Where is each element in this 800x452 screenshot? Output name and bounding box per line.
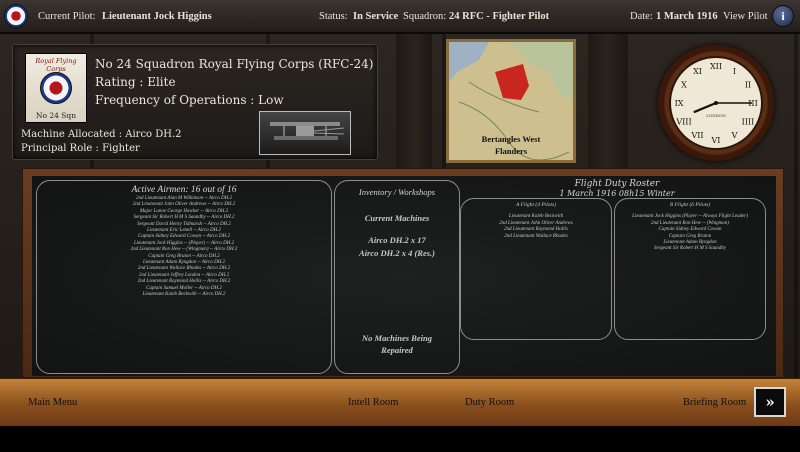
flight-b-title: B Flight (6 Pilots)	[669, 202, 711, 208]
map-label-line1: Bertangles West	[481, 134, 541, 144]
clock-numeral: II	[745, 81, 751, 90]
wall-clock: XII I II III IIII V VI VII VIII IX X XI LONDON	[658, 45, 774, 161]
squadron-name: No 24 Squadron Royal Flying Corps (RFC-2…	[95, 57, 374, 71]
flight-a-pilot: 2nd Lieutenant Wallace Rhodes	[504, 233, 568, 239]
badge-caption: No 24 Sqn	[35, 111, 77, 120]
airman-list-item: Lieutenant Kaleb Beckwith -- Airco DH.2	[142, 292, 226, 298]
clock-numeral: IX	[675, 99, 684, 108]
clock-numeral: VII	[690, 131, 703, 140]
no-machines-line-2: Repaired	[381, 345, 413, 355]
airmen-list: 2nd Lieutenant Alan M Wilkinson -- Airco…	[37, 196, 331, 299]
machines-line-2: Airco DH.2 x 4 (Res.)	[358, 248, 436, 258]
map-label-line2: Flanders	[494, 146, 528, 156]
wall-post	[396, 34, 432, 170]
view-pilot-link[interactable]: View Pilot	[723, 11, 768, 22]
pilot-label: Current Pilot:	[38, 11, 96, 22]
roster-title: Flight Duty Roster	[574, 179, 660, 189]
chalkboard: Active Airmen: 16 out of 16 2nd Lieutena…	[32, 176, 776, 376]
date-label: Date:	[630, 11, 653, 22]
badge-title: Royal Flying Corps	[35, 57, 77, 73]
clock-numeral: XI	[693, 67, 702, 76]
main-menu-button[interactable]: Main Menu	[28, 397, 77, 408]
squadron-frequency: Frequency of Operations : Low	[95, 93, 284, 107]
clock-numeral: XII	[710, 62, 722, 71]
roster-subtitle: 1 March 1916 08h15 Winter	[559, 189, 675, 198]
clock-numeral: VIII	[675, 118, 691, 127]
clock-numeral: X	[681, 81, 687, 90]
current-machines-label: Current Machines	[364, 213, 430, 223]
flight-a-title: A Flight (4 Pilots)	[515, 202, 557, 208]
intell-room-button[interactable]: Intell Room	[348, 397, 398, 408]
flight-b-list: Lieutenant Jock Higgins (Player -- Alway…	[615, 214, 765, 252]
squadron-info-panel: Royal Flying Corps No 24 Sqn No 24 Squad…	[12, 44, 378, 160]
wall-post	[588, 34, 628, 170]
top-status-bar: Current Pilot: Lieutenant Jock Higgins S…	[0, 0, 800, 34]
squadron-badge: Royal Flying Corps No 24 Sqn	[25, 53, 87, 123]
flight-b-pilot: Sergeant Sir Robert H M S Saundby	[653, 246, 727, 252]
date-value: 1 March 1916	[656, 11, 718, 22]
clock-numeral: VI	[711, 136, 721, 145]
squadron-rating: Rating : Elite	[95, 75, 176, 89]
airmen-title: Active Airmen: 16 out of 16	[131, 185, 237, 195]
biplane-icon	[270, 122, 345, 140]
aircraft-photo	[259, 111, 351, 155]
pilot-name: Lieutenant Jock Higgins	[102, 11, 212, 22]
clock-numeral: IIII	[742, 118, 755, 127]
bottom-navigation-bar: Main Menu Intell Room Duty Room Briefing…	[0, 378, 800, 427]
info-icon: i	[781, 9, 785, 23]
no-machines-line-1: No Machines Being	[362, 333, 432, 343]
flight-a-panel: A Flight (4 Pilots) Lieutenant Kaleb Bec…	[460, 198, 612, 340]
inventory-title: Inventory / Workshops	[358, 187, 436, 197]
inventory-panel: Inventory / Workshops Current Machines A…	[334, 180, 460, 374]
flight-b-panel: B Flight (6 Pilots) Lieutenant Jock Higg…	[614, 198, 766, 340]
clock-brand: LONDON	[706, 113, 726, 118]
info-button[interactable]: i	[772, 5, 794, 27]
squadron-value: 24 RFC - Fighter Pilot	[449, 11, 550, 22]
briefing-room-button[interactable]: Briefing Room	[683, 397, 746, 408]
sector-map[interactable]: Bertangles West Flanders	[446, 39, 576, 163]
clock-numeral: V	[731, 131, 738, 140]
next-button[interactable]: »	[754, 387, 786, 417]
status-label: Status:	[319, 11, 348, 22]
flight-a-list: Lieutenant Kaleb Beckwith 2nd Lieutenant …	[461, 214, 611, 240]
flight-b-pilot: Lieutenant Jock Higgins (Player -- Alway…	[632, 214, 748, 220]
clock-numeral: I	[733, 67, 736, 76]
clock-face: XIIIIIIIIIIIIVVIVIIVIIIIXXXI LONDON	[669, 56, 763, 150]
roundel-icon	[40, 72, 72, 104]
status-value: In Service	[353, 11, 399, 22]
airmen-panel: Active Airmen: 16 out of 16 2nd Lieutena…	[36, 180, 332, 374]
duty-room-button[interactable]: Duty Room	[465, 397, 514, 408]
squadron-label: Squadron:	[403, 11, 447, 22]
double-chevron-right-icon: »	[765, 393, 775, 411]
footer-strip	[0, 426, 800, 452]
machines-line-1: Airco DH.2 x 17	[368, 235, 426, 245]
machine-allocated: Machine Allocated : Airco DH.2	[21, 129, 182, 140]
rfc-roundel-icon[interactable]	[4, 4, 28, 28]
principal-role: Principal Role : Fighter	[21, 143, 140, 154]
